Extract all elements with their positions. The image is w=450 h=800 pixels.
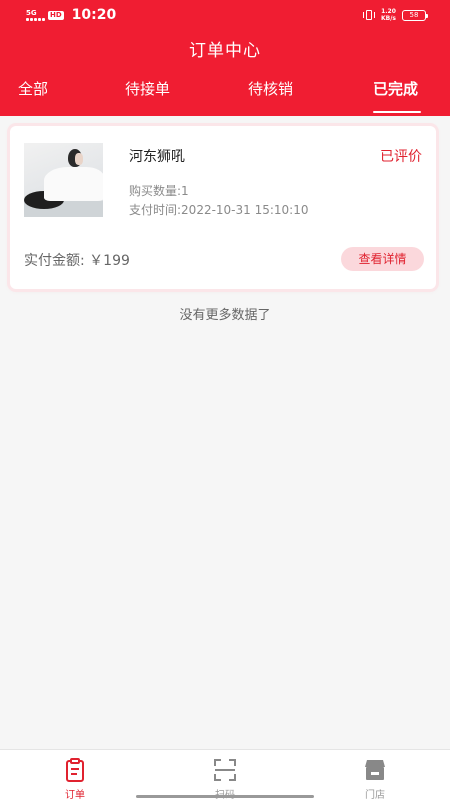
purchase-quantity: 购买数量:1 bbox=[129, 184, 189, 198]
network-type: 5G bbox=[26, 8, 37, 17]
net-speed: 1.20 KB/s bbox=[381, 8, 396, 22]
tab-pending-verify[interactable]: 待核销 bbox=[248, 78, 293, 99]
order-card[interactable]: 河东狮吼 已评价 购买数量:1 支付时间:2022-10-31 15:10:10… bbox=[10, 126, 436, 289]
order-tabs: 全部 待接单 待核销 已完成 bbox=[0, 78, 450, 116]
tab-completed[interactable]: 已完成 bbox=[373, 78, 418, 99]
header: 5G HD 10:20 1.20 KB/s 58 订单中心 全部 待接单 待核销… bbox=[0, 0, 450, 116]
tab-all[interactable]: 全部 bbox=[18, 78, 48, 99]
vibrate-icon bbox=[363, 9, 375, 21]
battery-icon: 58 bbox=[402, 9, 428, 21]
active-tab-indicator bbox=[373, 111, 421, 113]
net-speed-value: 1.20 bbox=[381, 8, 396, 15]
order-status: 已评价 bbox=[380, 149, 422, 165]
store-icon bbox=[365, 760, 385, 780]
nav-store[interactable]: 门店 bbox=[340, 756, 410, 800]
clipboard-icon bbox=[66, 758, 84, 782]
clock: 10:20 bbox=[71, 7, 117, 23]
scan-icon bbox=[214, 759, 236, 781]
net-speed-unit: KB/s bbox=[381, 15, 396, 22]
nav-orders-label: 订单 bbox=[65, 790, 85, 800]
nav-store-label: 门店 bbox=[365, 790, 385, 800]
bottom-nav: 订单 扫码 门店 bbox=[0, 749, 450, 800]
hd-badge: HD bbox=[48, 10, 64, 20]
nav-scan[interactable]: 扫码 bbox=[190, 756, 260, 800]
product-image bbox=[24, 143, 103, 217]
payment-time: 支付时间:2022-10-31 15:10:10 bbox=[129, 203, 309, 217]
status-bar: 5G HD 10:20 1.20 KB/s 58 bbox=[0, 0, 450, 30]
paid-amount: 实付金额: ￥199 bbox=[24, 253, 130, 269]
nav-orders[interactable]: 订单 bbox=[40, 756, 110, 800]
signal-icon: 5G bbox=[26, 8, 45, 21]
list-end-text: 没有更多数据了 bbox=[179, 308, 271, 323]
view-details-button[interactable]: 查看详情 bbox=[341, 247, 424, 271]
status-right: 1.20 KB/s 58 bbox=[363, 6, 428, 24]
home-indicator bbox=[136, 795, 314, 798]
tab-pending-accept[interactable]: 待接单 bbox=[125, 78, 170, 99]
status-left: 5G HD 10:20 bbox=[26, 5, 116, 25]
product-name: 河东狮吼 bbox=[129, 149, 185, 165]
page-title: 订单中心 bbox=[189, 41, 261, 61]
